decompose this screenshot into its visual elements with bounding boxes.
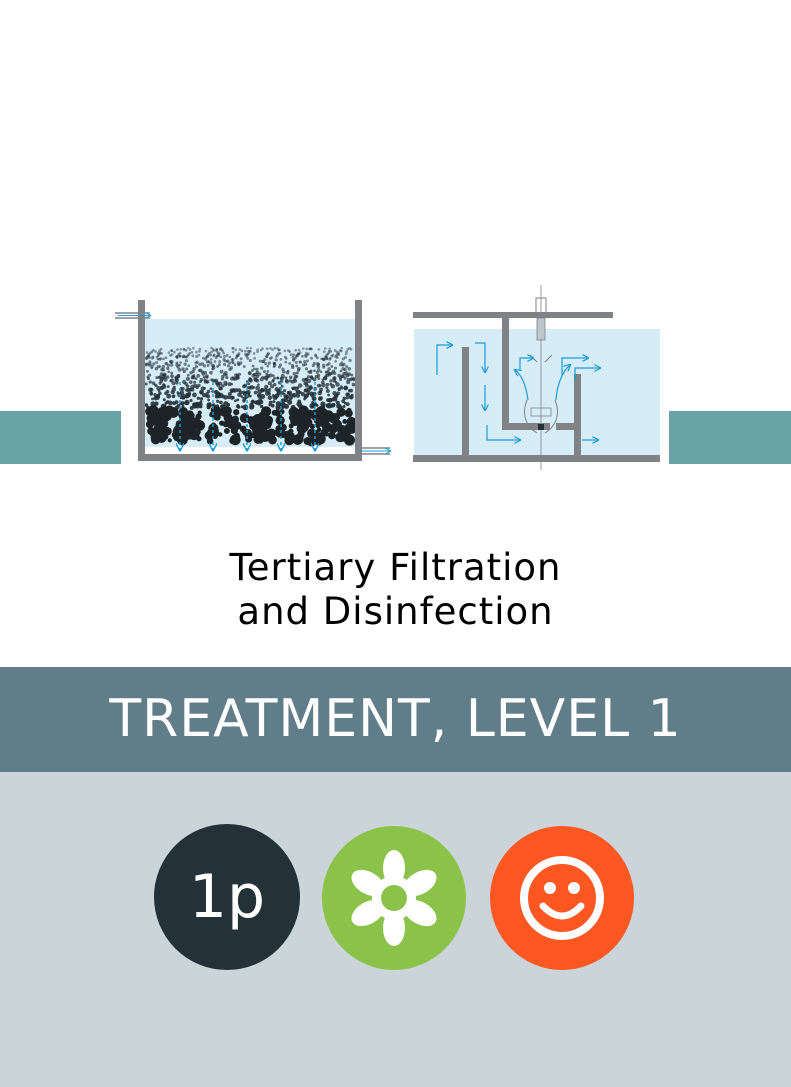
badge-flower [322,826,466,970]
badge-1p: 1p [154,824,300,970]
smiley-icon [520,856,604,940]
title-line-2: and Disinfection [237,590,554,633]
filtration-tank [115,300,390,461]
level-band: TREATMENT, LEVEL 1 [0,667,791,772]
level-label: TREATMENT, LEVEL 1 [109,689,682,749]
badge-smiley [490,826,634,970]
page-title: Tertiary Filtration and Disinfection [0,546,791,634]
disinfection-chamber [413,285,660,470]
badge-1p-text: 1p [188,862,266,932]
title-line-1: Tertiary Filtration [229,546,562,589]
flower-icon [351,850,437,946]
